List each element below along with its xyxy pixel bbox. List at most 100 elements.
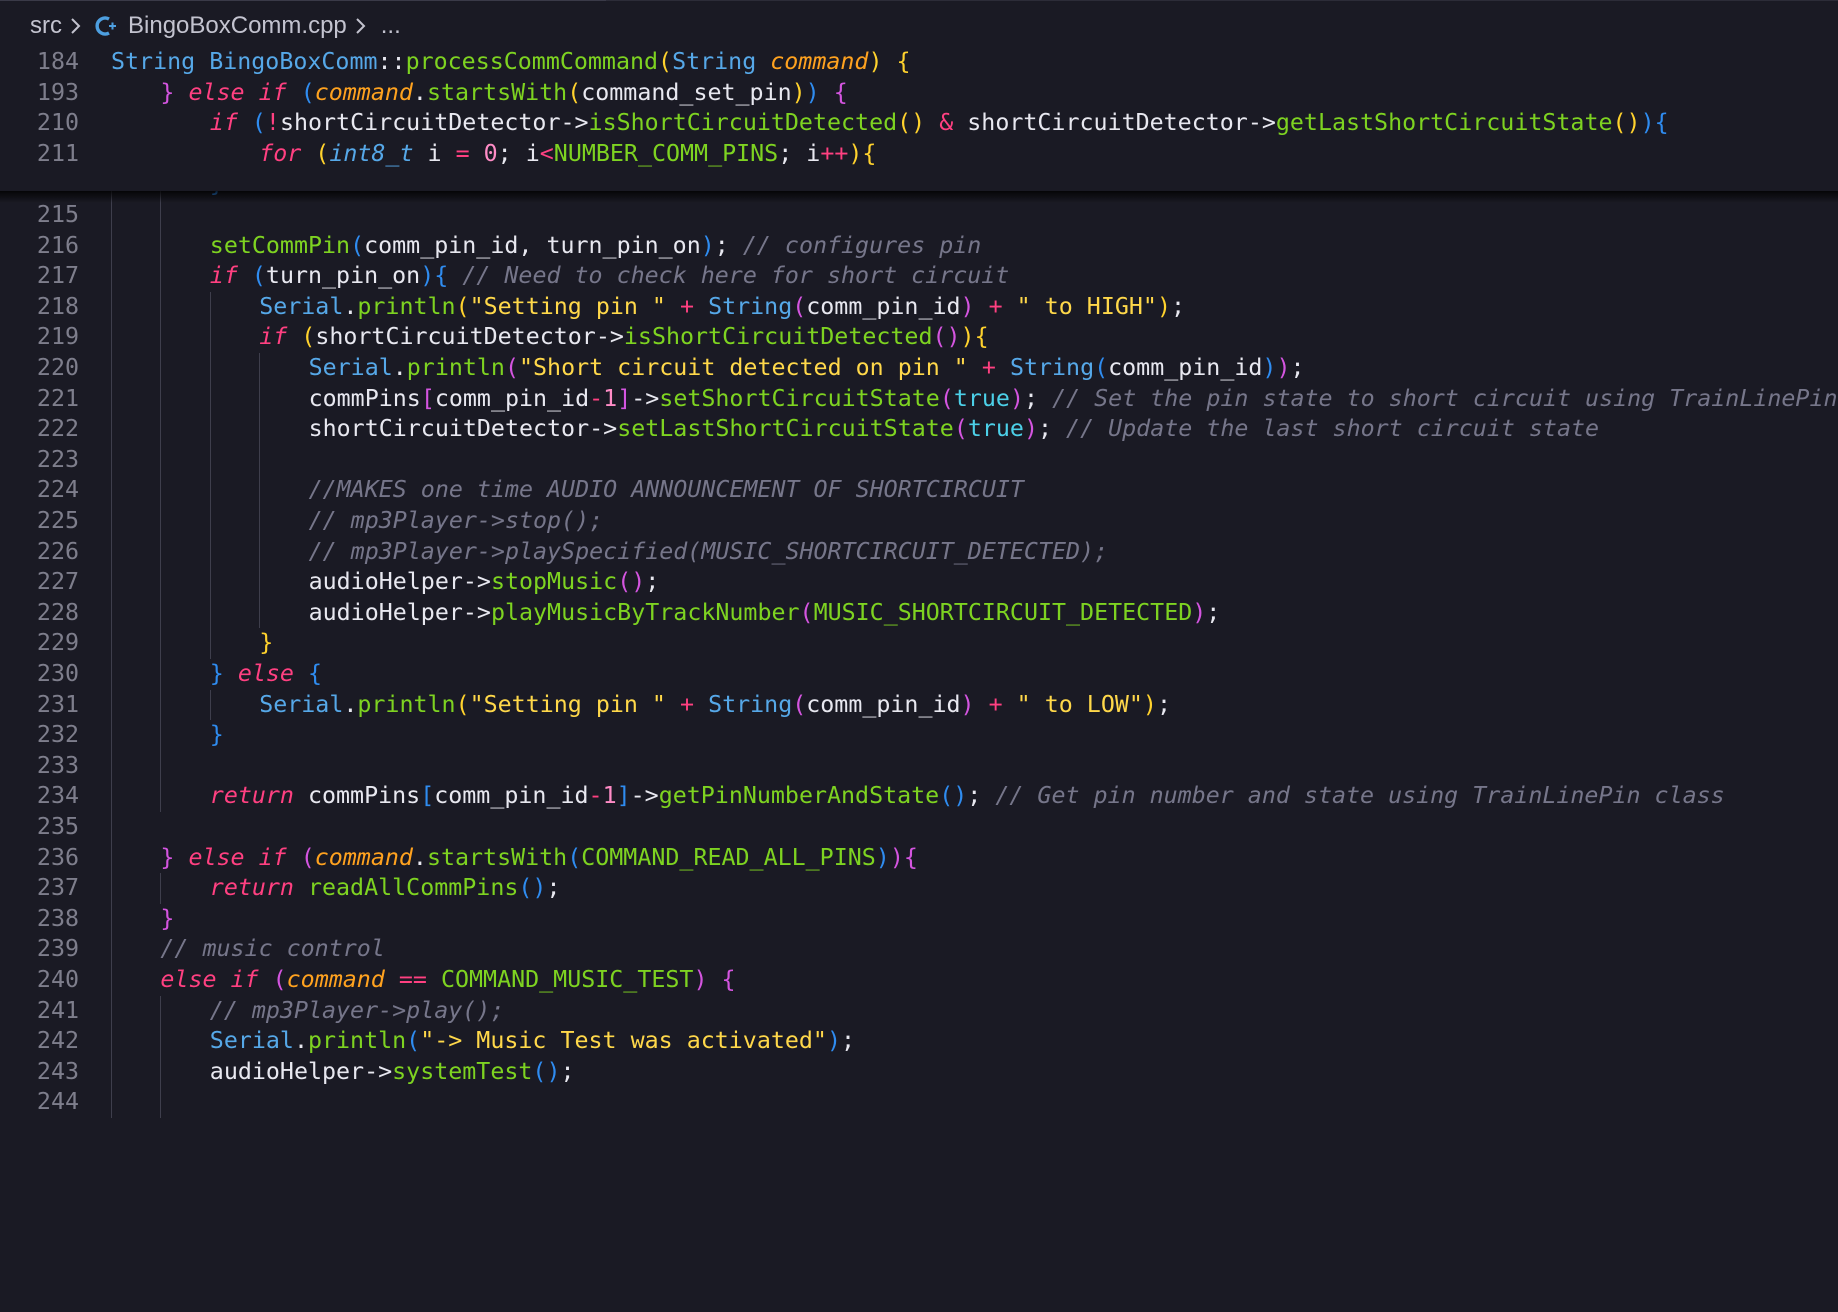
line-number[interactable]: 219 xyxy=(0,322,79,353)
code-text[interactable]: shortCircuitDetector->setLastShortCircui… xyxy=(309,414,1599,445)
code-line[interactable]: 225 // mp3Player->stop(); xyxy=(0,506,1838,537)
line-number[interactable]: 210 xyxy=(0,108,79,139)
code-line[interactable]: 211 for (int8_t i = 0; i<NUMBER_COMM_PINS… xyxy=(0,139,1838,170)
line-number[interactable]: 235 xyxy=(0,812,79,843)
line-number[interactable]: 242 xyxy=(0,1026,79,1057)
code-text[interactable]: // mp3Player->play(); xyxy=(210,996,505,1027)
line-number[interactable]: 240 xyxy=(0,965,79,996)
code-text[interactable]: } xyxy=(160,904,174,935)
breadcrumb-symbol[interactable]: ... xyxy=(381,12,401,40)
code-text[interactable]: Serial.println("Short circuit detected o… xyxy=(309,353,1305,384)
line-number[interactable]: 230 xyxy=(0,659,79,690)
code-text[interactable]: if (!shortCircuitDetector->isShortCircui… xyxy=(210,108,1669,139)
code-line[interactable]: 222 shortCircuitDetector->setLastShortCir… xyxy=(0,414,1838,445)
code-text[interactable]: audioHelper->systemTest(); xyxy=(210,1057,575,1088)
code-text[interactable]: } xyxy=(210,720,224,751)
line-number[interactable]: 238 xyxy=(0,904,79,935)
sticky-scroll-header[interactable]: 184 String BingoBoxComm::processCommComma… xyxy=(0,47,1838,191)
code-line[interactable]: 243 audioHelper->systemTest(); xyxy=(0,1056,1838,1088)
code-text[interactable]: Serial.println("Setting pin " + String(c… xyxy=(259,690,1171,721)
code-editor[interactable]: 214}215216setCommPin(comm_pin_id, turn_p… xyxy=(0,47,1838,1312)
code-text[interactable]: //MAKES one time AUDIO ANNOUNCEMENT OF S… xyxy=(309,475,1024,506)
code-line[interactable]: 234 return commPins[comm_pin_id-1]->getPi… xyxy=(0,781,1838,812)
code-text[interactable]: audioHelper->playMusicByTrackNumber(MUSI… xyxy=(309,598,1221,629)
code-text[interactable]: // mp3Player->playSpecified(MUSIC_SHORTC… xyxy=(309,537,1108,568)
line-number[interactable]: 227 xyxy=(0,567,79,598)
code-line[interactable]: 226 // mp3Player->playSpecified(MUSIC_SHO… xyxy=(0,536,1838,568)
code-line[interactable]: 227 audioHelper->stopMusic(); xyxy=(0,567,1838,598)
code-text[interactable]: // mp3Player->stop(); xyxy=(309,506,604,537)
line-number[interactable]: 223 xyxy=(0,445,79,476)
line-number[interactable]: 229 xyxy=(0,628,79,659)
code-text[interactable]: return commPins[comm_pin_id-1]->getPinNu… xyxy=(210,781,1725,812)
code-text[interactable]: return readAllCommPins(); xyxy=(210,873,561,904)
code-line[interactable]: 244 xyxy=(0,1087,1838,1118)
code-line[interactable]: 193 } else if (command.startsWith(command… xyxy=(0,78,1838,109)
code-text[interactable]: setCommPin(comm_pin_id, turn_pin_on); //… xyxy=(210,231,982,262)
code-line[interactable]: 233 xyxy=(0,750,1838,782)
line-number[interactable]: 220 xyxy=(0,353,79,384)
line-number[interactable]: 222 xyxy=(0,414,79,445)
line-number[interactable]: 217 xyxy=(0,261,79,292)
code-line[interactable]: 232} xyxy=(0,720,1838,751)
code-text[interactable]: if (shortCircuitDetector->isShortCircuit… xyxy=(259,322,988,353)
code-text[interactable]: if (turn_pin_on){ // Need to check here … xyxy=(210,261,1010,292)
code-text[interactable]: } else { xyxy=(210,659,322,690)
line-number[interactable]: 225 xyxy=(0,506,79,537)
line-number[interactable]: 224 xyxy=(0,475,79,506)
code-line[interactable]: 238} xyxy=(0,903,1838,935)
line-number[interactable]: 228 xyxy=(0,598,79,629)
code-line[interactable]: 229} xyxy=(0,628,1838,659)
code-text[interactable]: } xyxy=(259,628,273,659)
code-line[interactable]: 210 if (!shortCircuitDetector->isShortCir… xyxy=(0,108,1838,139)
line-number[interactable]: 215 xyxy=(0,200,79,231)
line-number[interactable]: 241 xyxy=(0,996,79,1027)
code-line[interactable]: 240 else if (command == COMMAND_MUSIC_TES… xyxy=(0,965,1838,996)
line-number[interactable]: 232 xyxy=(0,720,79,751)
code-line[interactable]: 219 if (shortCircuitDetector->isShortCirc… xyxy=(0,322,1838,353)
code-text[interactable]: // music control xyxy=(160,934,384,965)
code-text[interactable]: audioHelper->stopMusic(); xyxy=(309,567,660,598)
line-number[interactable]: 221 xyxy=(0,384,79,415)
line-number[interactable]: 211 xyxy=(0,139,79,170)
code-text[interactable]: else if (command == COMMAND_MUSIC_TEST) … xyxy=(160,965,735,996)
line-number[interactable]: 239 xyxy=(0,934,79,965)
code-line[interactable]: 241 // mp3Player->play(); xyxy=(0,995,1838,1027)
line-number[interactable]: 226 xyxy=(0,537,79,568)
line-number[interactable]: 231 xyxy=(0,690,79,721)
line-number[interactable]: 216 xyxy=(0,231,79,262)
code-line[interactable]: 216 setCommPin(comm_pin_id, turn_pin_on);… xyxy=(0,230,1838,262)
code-line[interactable]: 228 audioHelper->playMusicByTrackNumber(M… xyxy=(0,597,1838,629)
code-body[interactable]: 214}215216setCommPin(comm_pin_id, turn_p… xyxy=(0,47,1838,1312)
line-number[interactable]: 236 xyxy=(0,843,79,874)
line-number[interactable]: 234 xyxy=(0,781,79,812)
code-line[interactable]: 239 // music control xyxy=(0,934,1838,965)
code-line[interactable]: 223 xyxy=(0,444,1838,476)
line-number[interactable]: 237 xyxy=(0,873,79,904)
code-line[interactable]: 184 String BingoBoxComm::processCommComma… xyxy=(0,47,1838,78)
code-line[interactable]: 220 Serial.println("Short circuit detecte… xyxy=(0,353,1838,384)
code-line[interactable]: 215 xyxy=(0,200,1838,231)
code-line[interactable]: 231 Serial.println("Setting pin " + Strin… xyxy=(0,689,1838,721)
code-text[interactable]: Serial.println("Setting pin " + String(c… xyxy=(259,292,1185,323)
code-line[interactable]: 237 return readAllCommPins(); xyxy=(0,873,1838,904)
line-number[interactable]: 193 xyxy=(0,78,79,109)
code-line[interactable]: 230 } else { xyxy=(0,659,1838,690)
code-line[interactable]: 242 Serial.println("-> Music Test was act… xyxy=(0,1026,1838,1057)
code-text[interactable]: commPins[comm_pin_id-1]->setShortCircuit… xyxy=(309,384,1838,415)
code-text[interactable]: Serial.println("-> Music Test was activa… xyxy=(210,1026,855,1057)
line-number[interactable]: 233 xyxy=(0,751,79,782)
line-number[interactable]: 218 xyxy=(0,292,79,323)
line-number[interactable]: 244 xyxy=(0,1087,79,1118)
code-text[interactable]: String BingoBoxComm::processCommCommand(… xyxy=(111,47,911,78)
code-text[interactable]: } else if (command.startsWith(command_se… xyxy=(160,78,847,109)
code-line[interactable]: 218 Serial.println("Setting pin " + Strin… xyxy=(0,291,1838,323)
code-text[interactable]: } else if (command.startsWith(COMMAND_RE… xyxy=(160,843,917,874)
breadcrumb-folder[interactable]: src xyxy=(30,12,62,40)
line-number[interactable]: 184 xyxy=(0,47,79,78)
code-line[interactable]: 221 commPins[comm_pin_id-1]->setShortCirc… xyxy=(0,383,1838,415)
code-line[interactable]: 224 //MAKES one time AUDIO ANNOUNCEMENT O… xyxy=(0,475,1838,506)
breadcrumb-file[interactable]: BingoBoxComm.cpp xyxy=(128,12,347,40)
line-number[interactable]: 243 xyxy=(0,1057,79,1088)
code-line[interactable]: 236 } else if (command.startsWith(COMMAND… xyxy=(0,842,1838,874)
